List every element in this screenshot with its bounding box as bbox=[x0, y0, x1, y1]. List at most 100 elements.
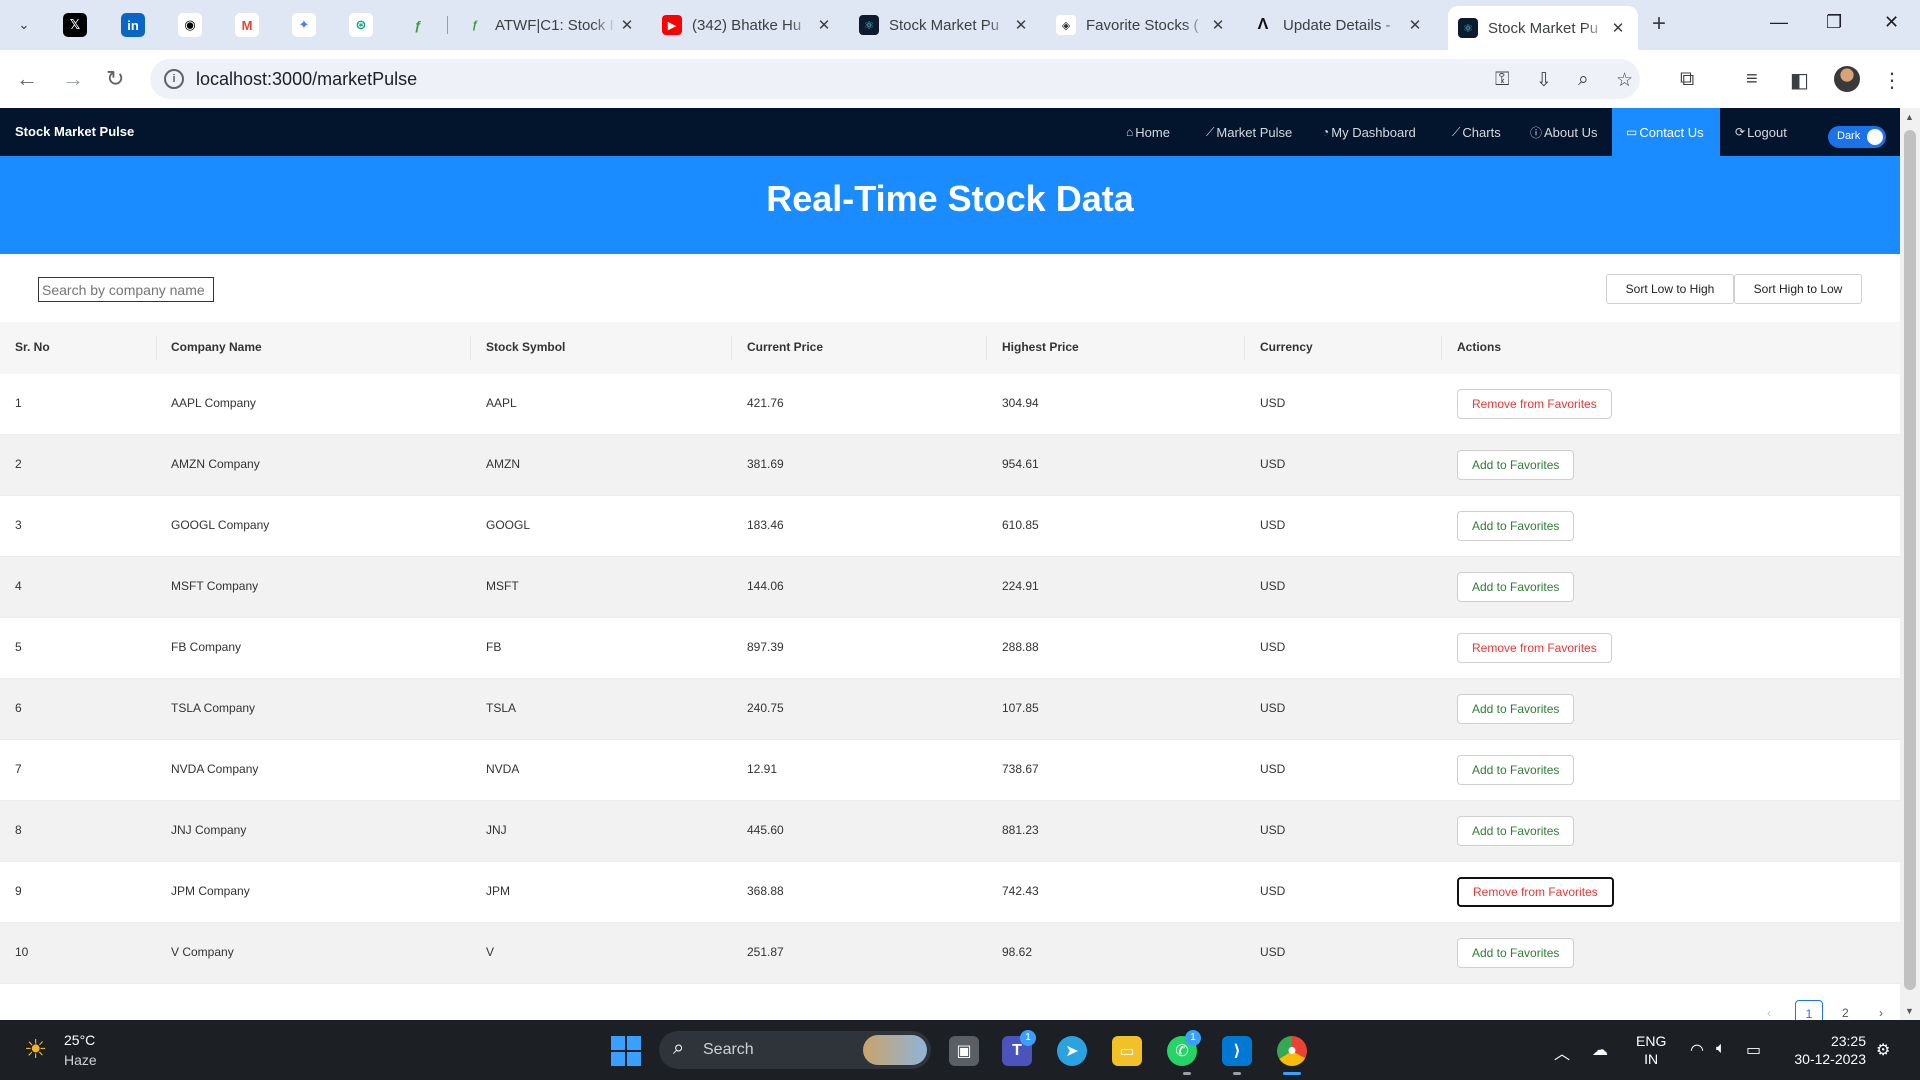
pagination-next-button[interactable]: › bbox=[1879, 1006, 1883, 1020]
remove-from-favorites-button[interactable]: Remove from Favorites bbox=[1457, 633, 1612, 663]
tab-atwf[interactable]: ƒ ATWF|C1: Stock I ✕ bbox=[455, 8, 647, 42]
bookmark-star-icon[interactable]: ☆ bbox=[1616, 69, 1633, 92]
windows-start-icon[interactable] bbox=[611, 1036, 641, 1066]
page-scrollbar[interactable]: ▲ ▼ bbox=[1900, 108, 1920, 1020]
zoom-icon[interactable]: ⌕ bbox=[1578, 69, 1589, 91]
close-icon[interactable]: ✕ bbox=[1608, 19, 1628, 37]
battery-icon[interactable]: ▭ bbox=[1746, 1040, 1761, 1060]
scroll-up-icon[interactable]: ▲ bbox=[1905, 112, 1914, 122]
address-bar[interactable]: i localhost:3000/marketPulse ⚿ ⇩ ⌕ ☆ bbox=[150, 59, 1640, 99]
sort-low-to-high-button[interactable]: Sort Low to High bbox=[1606, 274, 1734, 304]
close-icon[interactable]: ✕ bbox=[1405, 16, 1425, 34]
taskbar-search-label: Search bbox=[703, 1041, 754, 1058]
telegram-icon[interactable]: ➤ bbox=[1057, 1036, 1087, 1066]
green-feather-icon[interactable]: ƒ bbox=[406, 13, 430, 37]
nav-about-us[interactable]: ⓘ About Us bbox=[1522, 108, 1606, 156]
close-icon[interactable]: ✕ bbox=[1208, 16, 1228, 34]
file-explorer-icon[interactable]: ▭ bbox=[1112, 1036, 1142, 1066]
cell-company: MSFT Company bbox=[171, 579, 259, 593]
menu-kebab-icon[interactable]: ⋮ bbox=[1882, 68, 1902, 93]
extensions-icon[interactable]: ⧉ bbox=[1680, 68, 1694, 91]
cell-current-price: 368.88 bbox=[747, 884, 784, 898]
sort-high-to-low-button[interactable]: Sort High to Low bbox=[1734, 274, 1862, 304]
tab-favorite-stocks[interactable]: ◈ Favorite Stocks ( ✕ bbox=[1046, 8, 1238, 42]
new-tab-button[interactable]: + bbox=[1652, 12, 1666, 36]
system-clock[interactable]: 23:25 30-12-2023 bbox=[1784, 1032, 1866, 1068]
input-language[interactable]: ENG IN bbox=[1636, 1032, 1666, 1068]
task-view-icon[interactable]: ▣ bbox=[949, 1036, 979, 1066]
add-to-favorites-button[interactable]: Add to Favorites bbox=[1457, 450, 1575, 480]
nav-market-pulse[interactable]: ⟋ Market Pulse bbox=[1198, 108, 1300, 156]
company-search-input[interactable] bbox=[38, 277, 214, 302]
pagination-page-2[interactable]: 2 bbox=[1842, 1006, 1849, 1020]
tab-search-chevron-icon[interactable]: ⌄ bbox=[10, 11, 38, 39]
tab-stock-market-pulse[interactable]: ⚛ Stock Market Pu ✕ bbox=[849, 8, 1041, 42]
url-text[interactable]: localhost:3000/marketPulse bbox=[196, 69, 417, 90]
scrollbar-thumb[interactable] bbox=[1904, 130, 1916, 990]
remove-from-favorites-button[interactable]: Remove from Favorites bbox=[1457, 877, 1614, 907]
cell-sr-no: 6 bbox=[15, 701, 22, 715]
taskbar-search-box[interactable]: ⌕ Search bbox=[659, 1031, 931, 1069]
restore-icon[interactable]: ❐ bbox=[1826, 12, 1842, 33]
add-to-favorites-button[interactable]: Add to Favorites bbox=[1457, 511, 1575, 541]
x-twitter-icon[interactable]: 𝕏 bbox=[63, 13, 87, 37]
back-arrow-icon[interactable]: ← bbox=[16, 66, 38, 92]
site-info-icon[interactable]: i bbox=[164, 69, 184, 89]
nav-logout[interactable]: ⟳ Logout bbox=[1727, 108, 1795, 156]
key-icon[interactable]: ⚿ bbox=[1495, 69, 1509, 91]
onedrive-icon[interactable]: ☁ bbox=[1592, 1040, 1608, 1060]
minimize-icon[interactable]: — bbox=[1770, 12, 1788, 33]
remove-from-favorites-button[interactable]: Remove from Favorites bbox=[1457, 389, 1612, 419]
wifi-icon[interactable]: ◠ bbox=[1690, 1040, 1704, 1060]
chevron-up-icon[interactable]: ︿ bbox=[1554, 1040, 1570, 1064]
weather-condition[interactable]: Haze bbox=[64, 1052, 97, 1068]
reload-icon[interactable]: ↻ bbox=[106, 66, 124, 92]
toggle-label: Dark bbox=[1837, 130, 1861, 142]
forward-arrow-icon[interactable]: → bbox=[62, 66, 84, 92]
tab-stock-market-pulse-active[interactable]: ⚛ Stock Market Pu ✕ bbox=[1448, 6, 1638, 50]
chart-line-icon: ⟋ bbox=[1452, 124, 1461, 139]
side-panel-icon[interactable]: ◧ bbox=[1790, 68, 1809, 93]
cell-current-price: 421.76 bbox=[747, 396, 784, 410]
close-icon[interactable]: ✕ bbox=[617, 16, 637, 34]
weather-haze-icon[interactable]: ☀ bbox=[24, 1034, 47, 1065]
app-navbar: Stock Market Pulse ⌂ Home ⟋ Market Pulse… bbox=[0, 108, 1900, 156]
app-brand[interactable]: Stock Market Pulse bbox=[15, 124, 134, 139]
close-window-icon[interactable]: ✕ bbox=[1884, 12, 1899, 33]
column-divider bbox=[1441, 336, 1442, 360]
table-row: 8 JNJ Company JNJ 445.60 881.23 USD Add … bbox=[0, 801, 1900, 862]
tab-update-details[interactable]: Λ Update Details - ✕ bbox=[1243, 8, 1435, 42]
add-to-favorites-button[interactable]: Add to Favorites bbox=[1457, 572, 1575, 602]
linkedin-icon[interactable]: in bbox=[121, 13, 145, 37]
add-to-favorites-button[interactable]: Add to Favorites bbox=[1457, 938, 1575, 968]
close-icon[interactable]: ✕ bbox=[1011, 16, 1031, 34]
close-icon[interactable]: ✕ bbox=[814, 16, 834, 34]
nav-home[interactable]: ⌂ Home bbox=[1118, 108, 1178, 156]
weather-temperature[interactable]: 25°C bbox=[64, 1032, 95, 1048]
add-to-favorites-button[interactable]: Add to Favorites bbox=[1457, 694, 1575, 724]
vscode-icon[interactable]: ⟩ bbox=[1222, 1036, 1252, 1066]
chrome-icon[interactable]: ● bbox=[1277, 1036, 1307, 1066]
cell-symbol: FB bbox=[486, 640, 502, 654]
add-to-favorites-button[interactable]: Add to Favorites bbox=[1457, 755, 1575, 785]
profile-avatar[interactable] bbox=[1834, 66, 1860, 92]
nav-contact-us[interactable]: ▭ Contact Us bbox=[1612, 108, 1720, 156]
add-to-favorites-button[interactable]: Add to Favorites bbox=[1457, 816, 1575, 846]
gemini-icon[interactable]: ✦ bbox=[292, 13, 316, 37]
cell-highest-price: 107.85 bbox=[1002, 701, 1039, 715]
nav-my-dashboard[interactable]: ◔ My Dashboard bbox=[1314, 108, 1424, 156]
media-controls-icon[interactable]: ≡ bbox=[1746, 68, 1758, 91]
volume-icon[interactable]: 🔈︎ bbox=[1716, 1040, 1726, 1058]
notification-bell-icon[interactable]: ⚙ bbox=[1876, 1040, 1890, 1060]
github-icon[interactable]: ◉ bbox=[178, 13, 202, 37]
nav-charts[interactable]: ⟋ Charts bbox=[1444, 108, 1509, 156]
header-stock-symbol: Stock Symbol bbox=[486, 340, 566, 354]
scroll-down-icon[interactable]: ▼ bbox=[1905, 1006, 1914, 1016]
tab-youtube[interactable]: ▶ (342) Bhatke Hu ✕ bbox=[652, 8, 844, 42]
install-app-icon[interactable]: ⇩ bbox=[1536, 69, 1552, 92]
chatgpt-icon[interactable]: ⊛ bbox=[349, 13, 373, 37]
dark-mode-toggle[interactable]: Dark bbox=[1828, 126, 1886, 148]
gmail-icon[interactable]: M bbox=[235, 13, 259, 37]
pagination-prev-button[interactable]: ‹ bbox=[1767, 1006, 1771, 1020]
cell-symbol: AAPL bbox=[486, 396, 517, 410]
